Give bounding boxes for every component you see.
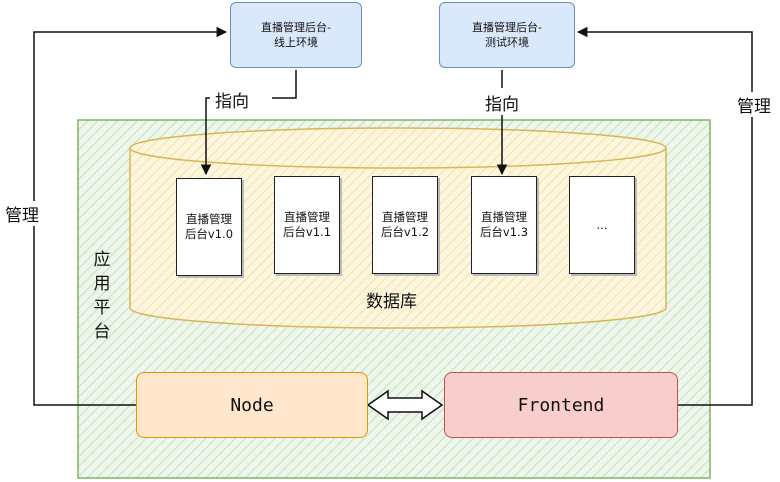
app-platform-char: 用 xyxy=(93,274,111,294)
version-card-line2: 后台v1.3 xyxy=(479,225,529,239)
app-platform-char: 平 xyxy=(93,298,111,318)
env-online-box[interactable]: 直播管理后台- 线上环境 xyxy=(230,2,362,68)
point-label-test: 指向 xyxy=(483,90,521,115)
app-platform-char: 台 xyxy=(93,322,111,342)
node-service-label: Node xyxy=(230,394,274,416)
version-card-line2: 后台v1.1 xyxy=(282,225,332,239)
version-card-line1: ... xyxy=(596,217,608,232)
version-card-line2: 后台v1.0 xyxy=(184,227,234,241)
database-label: 数据库 xyxy=(366,292,417,312)
version-card-line1: 直播管理 xyxy=(284,210,330,224)
version-card-line2: 后台v1.2 xyxy=(380,225,430,239)
version-card-line1: 直播管理 xyxy=(186,212,232,226)
env-test-box[interactable]: 直播管理后台- 测试环境 xyxy=(439,2,575,68)
version-card-v1-2[interactable]: 直播管理 后台v1.2 xyxy=(372,176,438,274)
env-online-line2: 线上环境 xyxy=(274,36,318,49)
version-card-line1: 直播管理 xyxy=(481,210,527,224)
version-card-line1: 直播管理 xyxy=(382,210,428,224)
app-platform-char: 应 xyxy=(93,250,111,270)
env-test-line1: 直播管理后台- xyxy=(472,21,542,34)
version-card-v1-1[interactable]: 直播管理 后台v1.1 xyxy=(274,176,340,274)
frontend-service-label: Frontend xyxy=(517,394,605,416)
manage-label-right: 管理 xyxy=(735,92,773,117)
manage-label-left: 管理 xyxy=(3,201,41,226)
env-online-line1: 直播管理后台- xyxy=(261,21,331,34)
point-label-online: 指向 xyxy=(213,87,251,112)
version-card-v1-0[interactable]: 直播管理 后台v1.0 xyxy=(176,178,242,276)
version-card-v1-3[interactable]: 直播管理 后台v1.3 xyxy=(471,176,537,274)
env-test-line2: 测试环境 xyxy=(485,36,529,49)
frontend-service-box[interactable]: Frontend xyxy=(444,372,678,438)
version-card-more[interactable]: ... xyxy=(569,176,635,274)
node-service-box[interactable]: Node xyxy=(136,372,368,438)
app-platform-label: 应 用 平 台 xyxy=(91,248,113,344)
